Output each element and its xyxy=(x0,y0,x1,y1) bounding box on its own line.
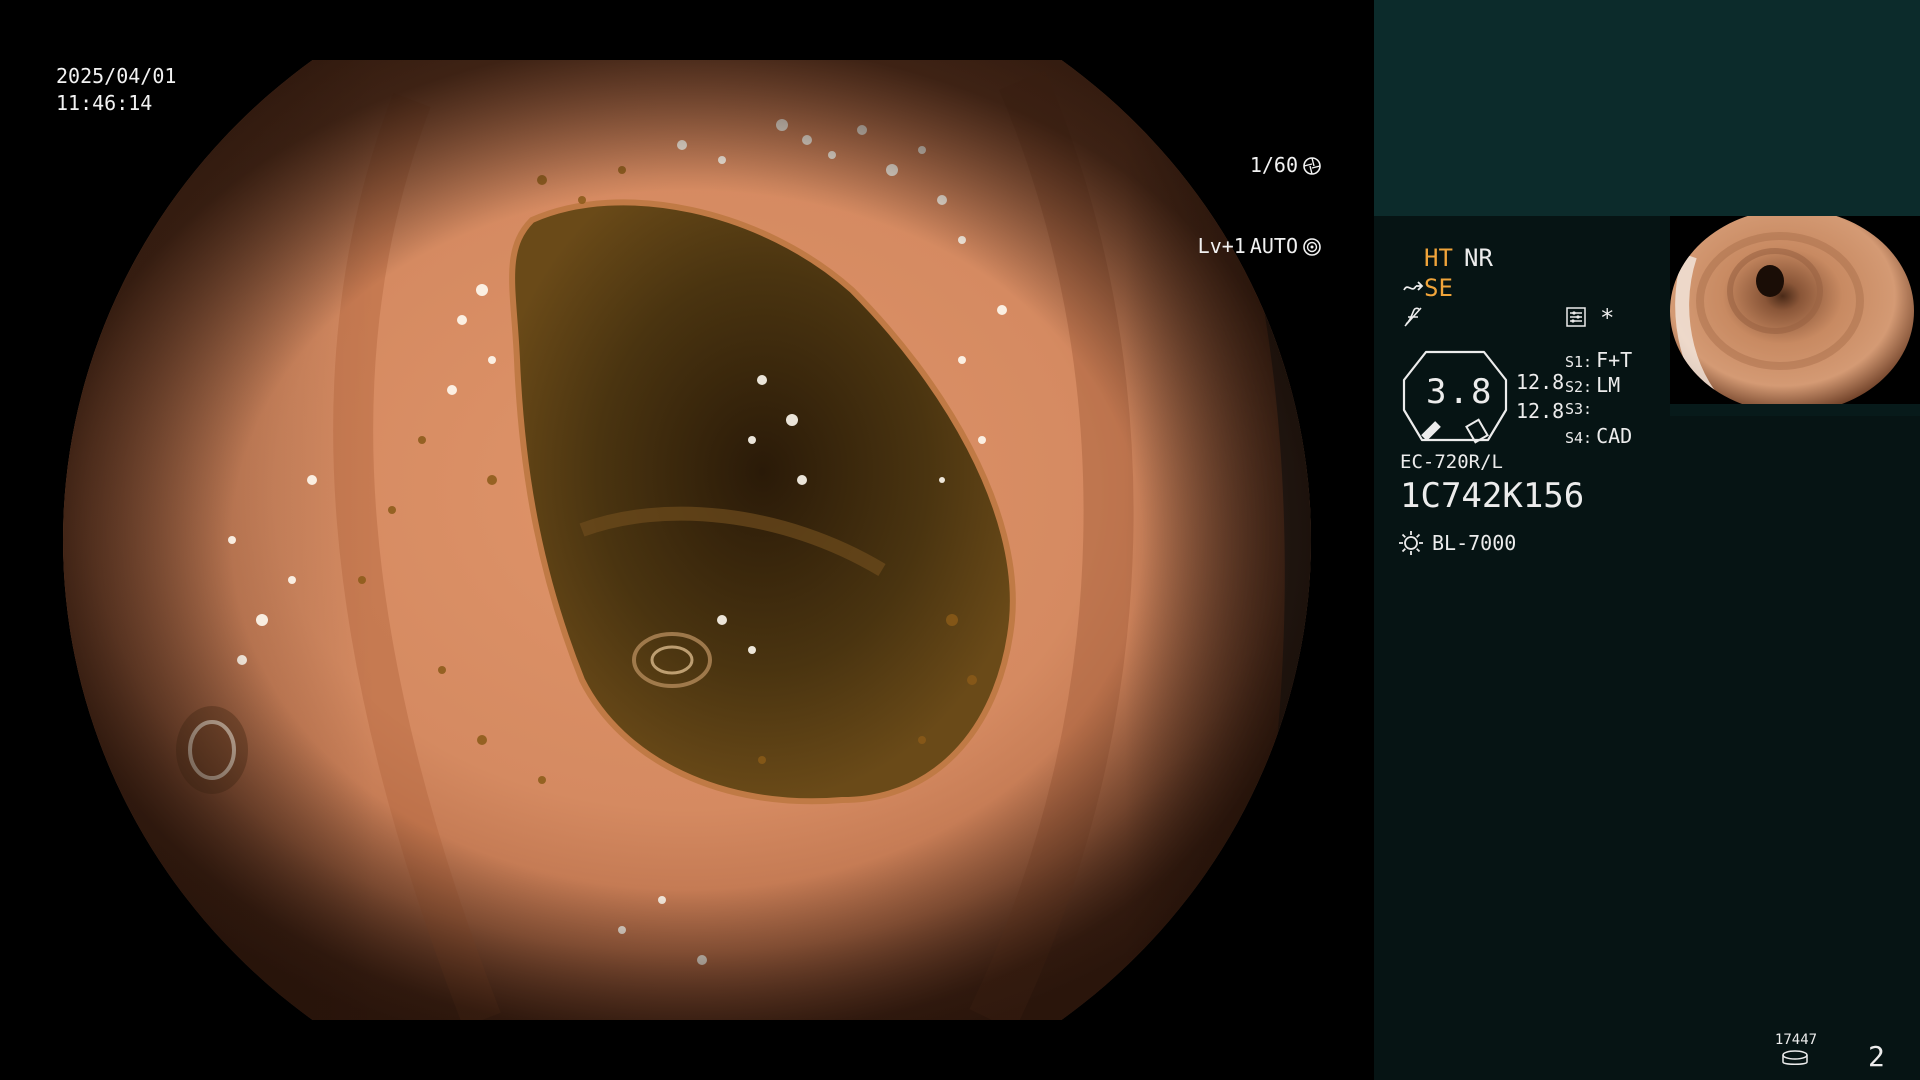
switch-key: S4: xyxy=(1565,429,1593,447)
target-icon xyxy=(1303,237,1321,256)
mode-ht: HT xyxy=(1424,244,1453,272)
aperture-icon xyxy=(1303,156,1321,175)
switch-value: CAD xyxy=(1596,424,1633,448)
switch-key: S1: xyxy=(1565,353,1593,371)
time-text: 11:46:14 xyxy=(56,91,153,115)
switch-s3: S3: xyxy=(1565,400,1596,418)
settings-icon-wrap xyxy=(1565,306,1587,332)
thumbnail-status-bar xyxy=(1670,404,1920,416)
info-panel-header xyxy=(1374,0,1920,216)
exposure-overlay: 1/60 Lv+1 AUTO xyxy=(1150,98,1322,314)
date-text: 2025/04/01 xyxy=(56,64,177,88)
f-slash-icon xyxy=(1404,307,1422,327)
endoscopy-screen: 2025/04/01 11:46:14 1/60 Lv+1 AUTO HT NR… xyxy=(0,0,1920,1080)
switch-key: S3: xyxy=(1565,400,1593,418)
scope-serial: 1C742K156 xyxy=(1400,476,1585,516)
disk-icon xyxy=(1782,1050,1808,1065)
switch-s1: S1: F+T xyxy=(1565,348,1632,372)
endoscope-view xyxy=(62,60,1312,1020)
exposure-mode: AUTO xyxy=(1249,234,1298,258)
date-time-overlay: 2025/04/01 11:46:14 xyxy=(56,63,176,117)
image-counter: 17447 xyxy=(1774,1032,1818,1048)
asterisk-indicator: * xyxy=(1600,304,1615,332)
mode-f-row xyxy=(1402,306,1424,334)
thumbnail-image xyxy=(1670,216,1914,413)
switch-value: F+T xyxy=(1596,348,1633,372)
shutter-speed: 1/60 xyxy=(1249,153,1298,177)
mode-se: SE xyxy=(1424,274,1453,302)
switch-key: S2: xyxy=(1565,378,1593,396)
snapshot-thumbnail[interactable] xyxy=(1670,216,1920,416)
switch-s4: S4: CAD xyxy=(1565,424,1632,448)
light-source-row: BL-7000 xyxy=(1398,530,1516,556)
page-number: 2 xyxy=(1868,1040,1885,1073)
value-top: 12.8 xyxy=(1516,370,1565,394)
scope-model: EC-720R/L xyxy=(1400,451,1503,473)
brightness-level: Lv+1 xyxy=(1197,234,1246,258)
list-settings-icon xyxy=(1566,307,1586,327)
switch-s2: S2: LM xyxy=(1565,373,1620,397)
info-panel: HT NR SE * 3.8 12.8 12.8 S1: F+T S2: LM … xyxy=(1374,0,1920,1080)
value-bottom: 12.8 xyxy=(1516,399,1565,423)
light-source: BL-7000 xyxy=(1432,531,1517,555)
zoom-value: 3.8 xyxy=(1426,372,1494,412)
mode-nr: NR xyxy=(1464,244,1493,272)
tilde-arrow-icon xyxy=(1403,281,1424,291)
sun-icon xyxy=(1399,531,1423,555)
mode-se-row: SE xyxy=(1402,274,1453,302)
switch-value: LM xyxy=(1596,373,1621,397)
endoscope-image xyxy=(63,60,1311,1020)
